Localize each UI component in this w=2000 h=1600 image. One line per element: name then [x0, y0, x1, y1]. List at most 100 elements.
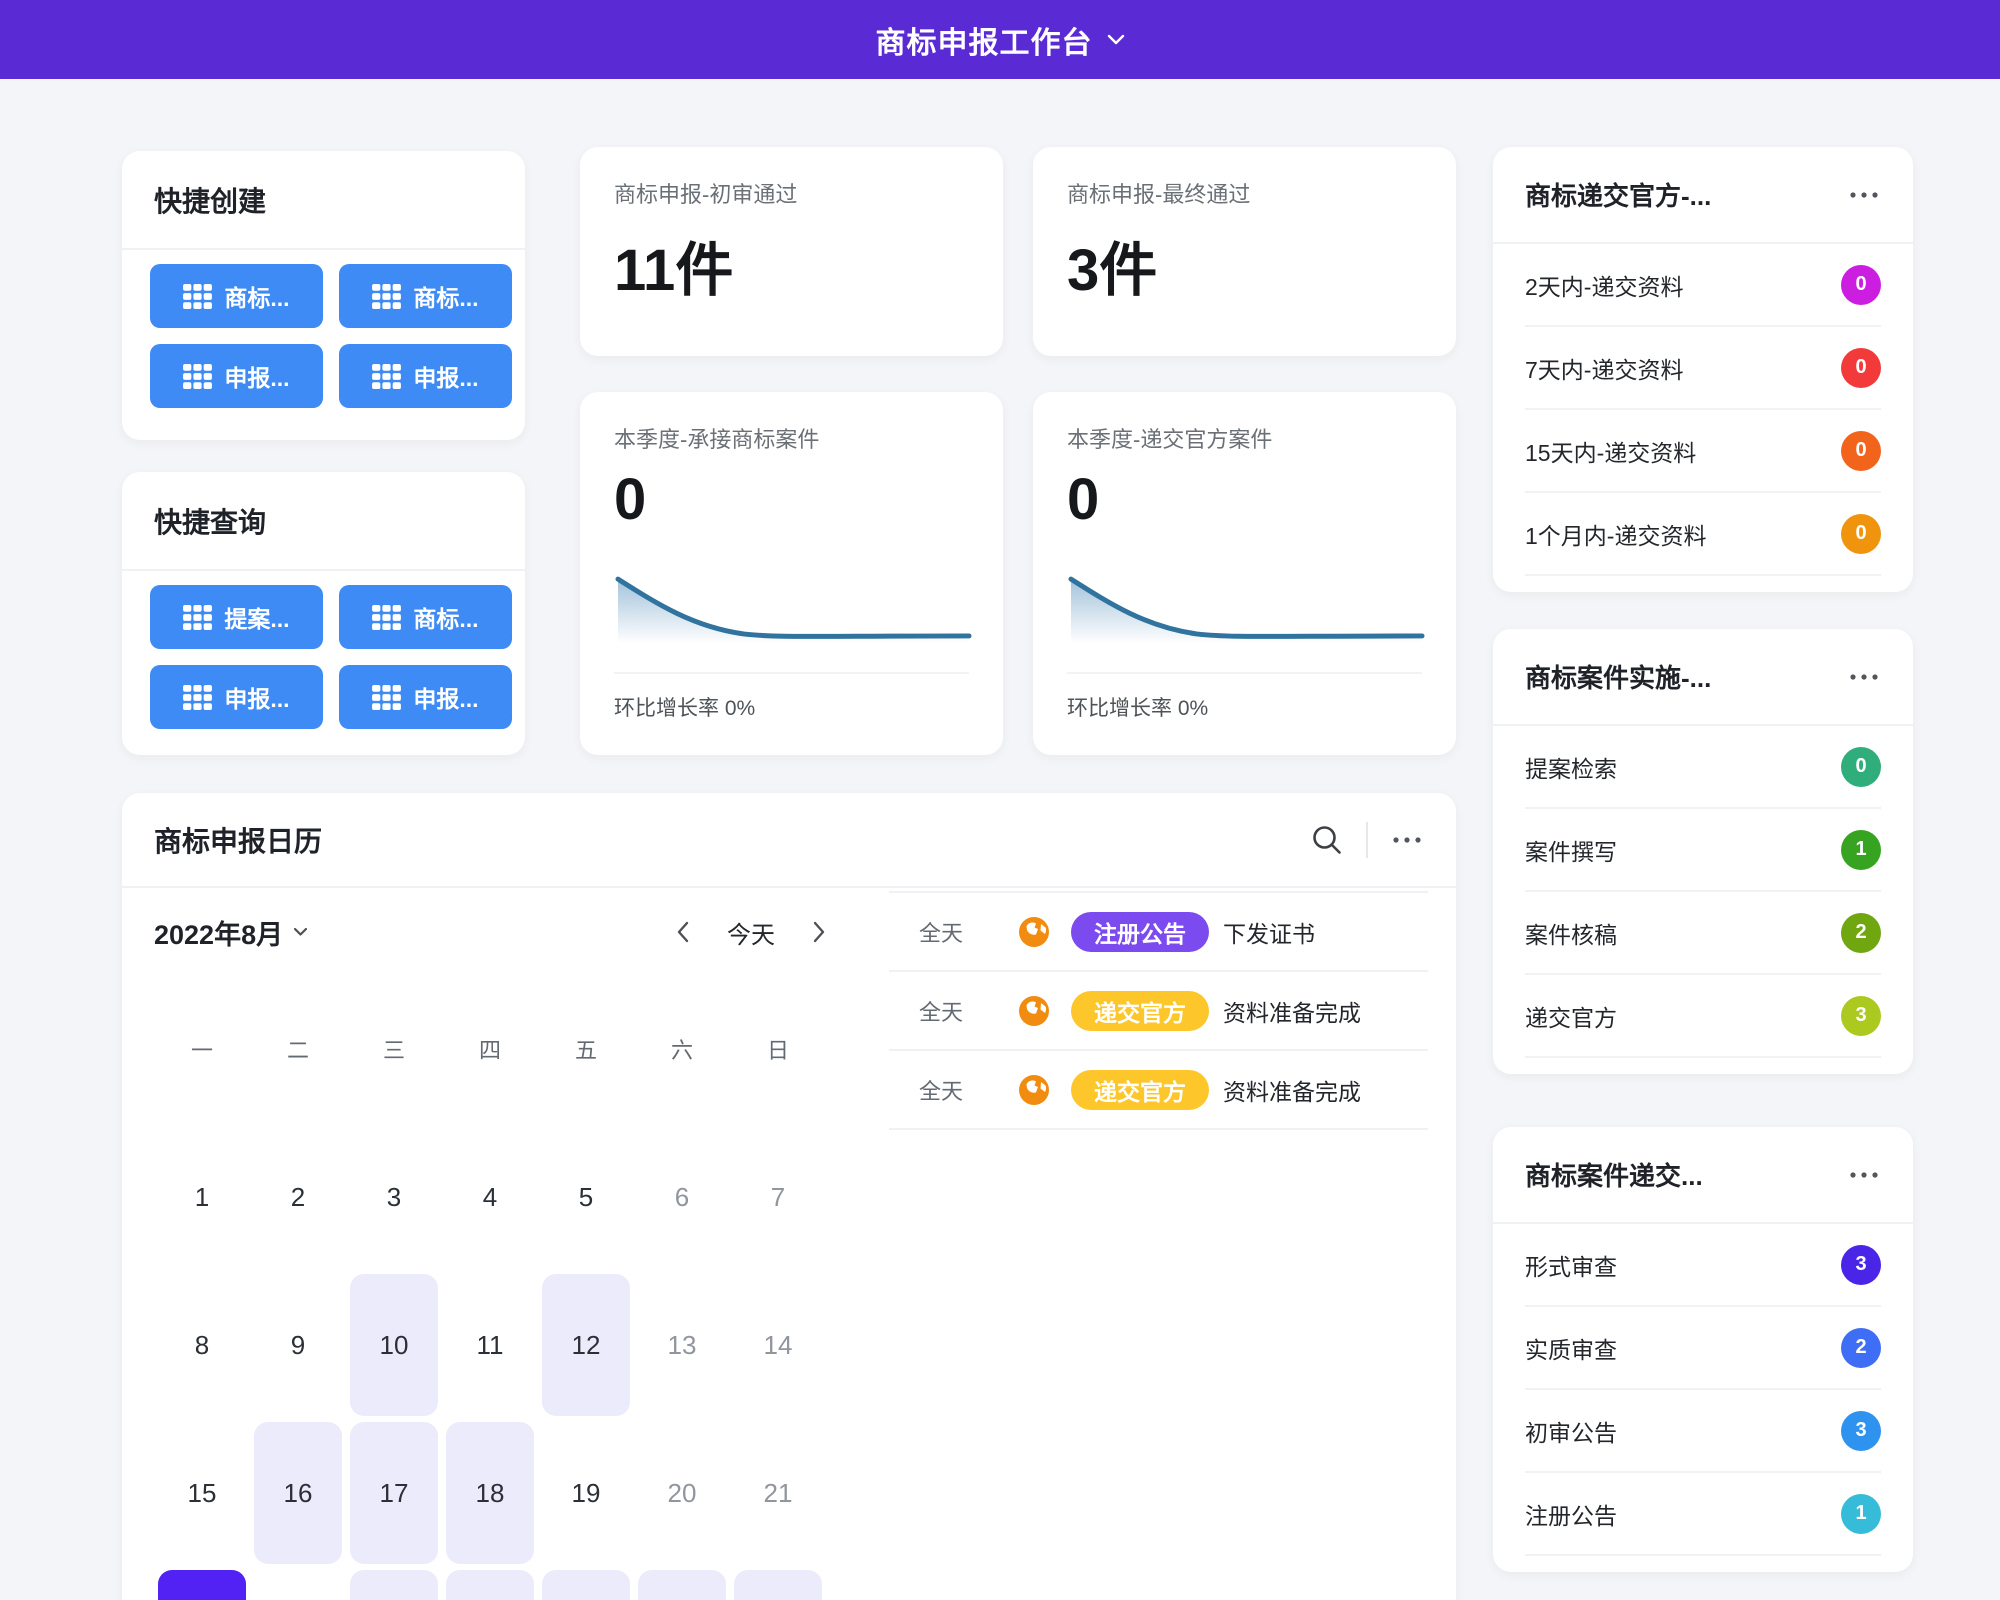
calendar-day[interactable]: 3	[346, 1123, 442, 1271]
quick-create-button-3[interactable]: 申报...	[150, 344, 323, 408]
quick-create-button-2[interactable]: 商标...	[339, 264, 512, 328]
panel-item[interactable]: 注册公告 1	[1525, 1473, 1881, 1556]
weekday-label: 二	[250, 1019, 346, 1079]
calendar-day[interactable]: 19	[538, 1419, 634, 1567]
card-title: 快捷查询	[154, 501, 266, 541]
calendar-day[interactable]: 17	[346, 1419, 442, 1567]
quick-query-button-1[interactable]: 提案...	[150, 585, 323, 649]
calendar-day[interactable]	[346, 1567, 442, 1600]
quick-query-button-2[interactable]: 商标...	[339, 585, 512, 649]
chevron-down-icon[interactable]	[1107, 34, 1125, 45]
panel-item[interactable]: 1个月内-递交资料 0	[1525, 493, 1881, 576]
calendar-day[interactable]: 2	[250, 1123, 346, 1271]
chevron-right-icon[interactable]	[813, 921, 826, 943]
trend-value: 0	[1067, 466, 1422, 533]
button-label: 提案...	[224, 600, 289, 634]
day-number: 21	[730, 1419, 826, 1567]
day-number: 19	[538, 1419, 634, 1567]
calendar-day[interactable]: 12	[538, 1271, 634, 1419]
card-title: 快捷创建	[154, 180, 266, 220]
day-number: 2	[250, 1123, 346, 1271]
panel-item[interactable]: 递交官方 3	[1525, 975, 1881, 1058]
calendar-toolbar: 2022年8月 今天	[154, 908, 826, 956]
calendar-day[interactable]: 10	[346, 1271, 442, 1419]
day-number: 9	[250, 1271, 346, 1419]
calendar-day[interactable]: 11	[442, 1271, 538, 1419]
chevron-left-icon[interactable]	[676, 921, 689, 943]
more-icon[interactable]	[1390, 830, 1424, 850]
today-button[interactable]: 今天	[727, 915, 775, 950]
panel-item[interactable]: 初审公告 3	[1525, 1390, 1881, 1473]
calendar-nav: 今天	[676, 915, 826, 950]
stat-title: 商标申报-初审通过	[614, 177, 969, 209]
weekday-label: 一	[154, 1019, 250, 1079]
panel-item[interactable]: 实质审查 2	[1525, 1307, 1881, 1390]
quick-query-card: 快捷查询 提案... 商标... 申报... 申报...	[122, 472, 525, 755]
search-icon[interactable]	[1310, 823, 1344, 857]
panel-item[interactable]: 15天内-递交资料 0	[1525, 410, 1881, 493]
quick-query-button-3[interactable]: 申报...	[150, 665, 323, 729]
event-time: 全天	[919, 916, 989, 948]
calendar-day[interactable]: 18	[442, 1419, 538, 1567]
calendar-title: 商标申报日历	[154, 820, 322, 860]
day-number: 6	[634, 1123, 730, 1271]
trend-card-submitted-cases[interactable]: 本季度-递交官方案件 0 环比增长率 0%	[1033, 392, 1456, 755]
calendar-day[interactable]: 8	[154, 1271, 250, 1419]
calendar-day[interactable]	[154, 1567, 250, 1600]
calendar-day[interactable]	[442, 1567, 538, 1600]
calendar-day[interactable]: 13	[634, 1271, 730, 1419]
stat-card-final-approval[interactable]: 商标申报-最终通过 3件	[1033, 147, 1456, 356]
panel-item-label: 形式审查	[1525, 1248, 1617, 1282]
calendar-header: 商标申报日历	[122, 793, 1456, 888]
calendar-day[interactable]: 5	[538, 1123, 634, 1271]
day-number	[538, 1567, 634, 1600]
panel-item[interactable]: 形式审查 3	[1525, 1224, 1881, 1307]
calendar-day[interactable]: 14	[730, 1271, 826, 1419]
calendar-day[interactable]: 9	[250, 1271, 346, 1419]
more-icon[interactable]	[1847, 185, 1881, 205]
calendar-day[interactable]: 4	[442, 1123, 538, 1271]
calendar-day[interactable]: 21	[730, 1419, 826, 1567]
calendar-day[interactable]: 20	[634, 1419, 730, 1567]
calendar-day[interactable]: 1	[154, 1123, 250, 1271]
calendar-day[interactable]	[250, 1567, 346, 1600]
event-row[interactable]: 全天 递交官方 资料准备完成	[889, 1051, 1428, 1130]
panel-item[interactable]: 2天内-递交资料 0	[1525, 244, 1881, 327]
panel-item[interactable]: 提案检索 0	[1525, 726, 1881, 809]
day-number	[154, 1567, 250, 1600]
quick-query-button-4[interactable]: 申报...	[339, 665, 512, 729]
apps-grid-icon	[372, 364, 401, 389]
panel-header: 商标递交官方-...	[1493, 147, 1913, 244]
panel-title: 商标案件实施-...	[1525, 658, 1711, 695]
stat-value: 3件	[1067, 223, 1422, 307]
month-selector[interactable]: 2022年8月	[154, 913, 308, 952]
panel-item[interactable]: 案件核稿 2	[1525, 892, 1881, 975]
trend-sparkline-chart	[1067, 573, 1426, 653]
calendar-day[interactable]: 7	[730, 1123, 826, 1271]
calendar-day[interactable]: 15	[154, 1419, 250, 1567]
stat-card-initial-approval[interactable]: 商标申报-初审通过 11件	[580, 147, 1003, 356]
week-row	[154, 1567, 826, 1600]
event-row[interactable]: 全天 递交官方 资料准备完成	[889, 972, 1428, 1051]
quick-create-button-1[interactable]: 商标...	[150, 264, 323, 328]
calendar-day[interactable]: 16	[250, 1419, 346, 1567]
button-label: 商标...	[224, 279, 289, 313]
day-number	[634, 1567, 730, 1600]
calendar-day[interactable]	[634, 1567, 730, 1600]
day-number: 20	[634, 1419, 730, 1567]
calendar-day[interactable]	[730, 1567, 826, 1600]
trend-card-accepted-cases[interactable]: 本季度-承接商标案件 0 环比增长率 0%	[580, 392, 1003, 755]
event-row[interactable]: 全天 注册公告 下发证书	[889, 893, 1428, 972]
panel-item[interactable]: 7天内-递交资料 0	[1525, 327, 1881, 410]
more-icon[interactable]	[1847, 1165, 1881, 1185]
day-number: 8	[154, 1271, 250, 1419]
trend-title: 本季度-承接商标案件	[614, 422, 969, 454]
calendar-day[interactable]	[538, 1567, 634, 1600]
calendar-day[interactable]: 6	[634, 1123, 730, 1271]
more-icon[interactable]	[1847, 667, 1881, 687]
panel-item[interactable]: 案件撰写 1	[1525, 809, 1881, 892]
page-title[interactable]: 商标申报工作台	[876, 18, 1093, 62]
panel-item-label: 案件核稿	[1525, 916, 1617, 950]
panel-item-label: 递交官方	[1525, 999, 1617, 1033]
quick-create-button-4[interactable]: 申报...	[339, 344, 512, 408]
